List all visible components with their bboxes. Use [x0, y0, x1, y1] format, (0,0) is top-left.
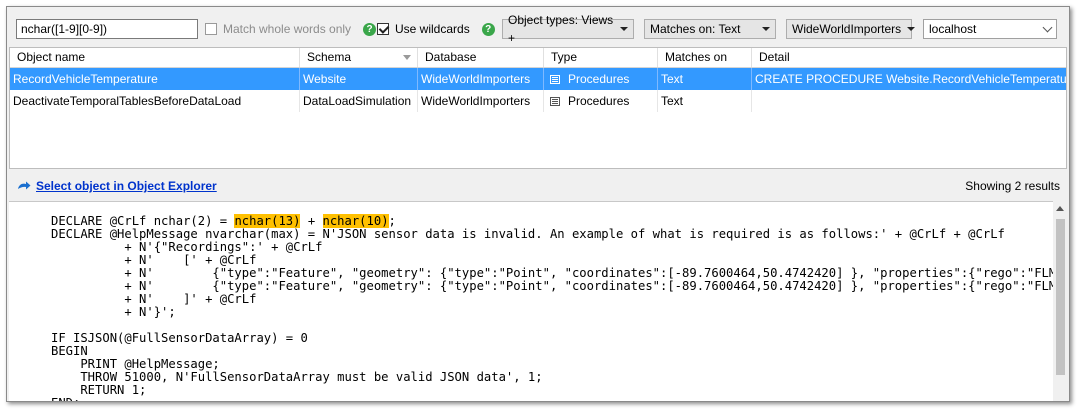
column-header-matches-on[interactable]: Matches on [658, 48, 752, 67]
help-icon[interactable]: ? [363, 22, 377, 36]
cell-type: Procedures [544, 68, 658, 90]
column-header-object-name[interactable]: Object name [10, 48, 300, 67]
column-header-database[interactable]: Database [418, 48, 544, 67]
use-wildcards-label: Use wildcards [395, 22, 470, 36]
code-text: DECLARE @CrLf nchar(2) = nchar(13) + nch… [9, 202, 1053, 402]
server-dropdown[interactable]: localhost [923, 19, 1057, 39]
matches-on-dropdown[interactable]: Matches on: Text [644, 19, 776, 39]
object-types-dropdown[interactable]: Object types: Views + [502, 13, 634, 45]
scroll-up-arrow-icon[interactable] [1056, 206, 1064, 211]
match-highlight: nchar(10) [322, 214, 389, 228]
code-body: DECLARE @HelpMessage nvarchar(max) = N'J… [51, 227, 1053, 402]
code-line-declare-crlf: DECLARE @CrLf nchar(2) = nchar(13) + nch… [51, 214, 396, 228]
cell-schema: DataLoadSimulation [300, 90, 418, 112]
object-explorer-link-bar: Select object in Object Explorer Showing… [9, 169, 1067, 201]
search-toolbar: nchar([1-9][0-9]) Match whole words only… [7, 7, 1069, 47]
code-preview[interactable]: DECLARE @CrLf nchar(2) = nchar(13) + nch… [9, 201, 1053, 402]
match-highlight: nchar(13) [234, 214, 301, 228]
match-whole-words-label: Match whole words only [223, 22, 352, 36]
chevron-down-icon [1042, 22, 1053, 33]
cell-detail: CREATE PROCEDURE Website.RecordVehicleTe… [755, 72, 1066, 86]
procedure-icon [550, 75, 560, 85]
cell-schema: Website [300, 68, 418, 90]
arrow-link-icon [18, 181, 31, 190]
grid-header: Object name Schema Database Type Matches… [10, 48, 1066, 68]
help-icon[interactable]: ? [481, 22, 495, 36]
caret-down-icon [762, 27, 770, 31]
vertical-scrollbar[interactable] [1053, 201, 1067, 401]
server-value: localhost [929, 22, 977, 36]
select-object-in-explorer-link[interactable]: Select object in Object Explorer [36, 179, 217, 193]
cell-object-name: RecordVehicleTemperature [10, 68, 300, 90]
matches-on-label: Matches on: Text [650, 22, 741, 36]
results-count: Showing 2 results [965, 179, 1060, 193]
database-dropdown[interactable]: WideWorldImporters [786, 19, 916, 39]
cell-database: WideWorldImporters [418, 90, 544, 112]
match-whole-words-checkbox[interactable] [205, 23, 217, 35]
column-header-label: Schema [307, 50, 352, 64]
object-search-window: nchar([1-9][0-9]) Match whole words only… [6, 6, 1070, 402]
cell-type: Procedures [544, 90, 658, 112]
use-wildcards-checkbox[interactable] [377, 23, 389, 35]
cell-object-name: DeactivateTemporalTablesBeforeDataLoad [10, 90, 300, 112]
search-input[interactable]: nchar([1-9][0-9]) [16, 19, 198, 39]
column-header-detail[interactable]: Detail [752, 48, 1066, 67]
column-header-type[interactable]: Type [544, 48, 658, 67]
cell-type-label: Procedures [568, 94, 630, 108]
procedure-icon [550, 97, 560, 107]
scrollbar-thumb[interactable] [1056, 219, 1065, 375]
caret-down-icon [620, 27, 628, 31]
sort-arrow-icon [403, 55, 411, 60]
column-header-schema[interactable]: Schema [300, 48, 418, 67]
match-whole-words-option[interactable]: Match whole words only ? [205, 19, 377, 39]
object-types-label: Object types: Views + [508, 13, 614, 45]
cell-type-label: Procedures [568, 72, 630, 86]
table-row[interactable]: DeactivateTemporalTablesBeforeDataLoad D… [10, 90, 1066, 112]
caret-down-icon [907, 27, 916, 31]
database-value: WideWorldImporters [792, 22, 902, 36]
use-wildcards-option[interactable]: Use wildcards ? [377, 19, 495, 39]
cell-database: WideWorldImporters [418, 68, 544, 90]
cell-matches-on: Text [658, 90, 752, 112]
cell-matches-on: Text [658, 68, 752, 90]
results-grid: Object name Schema Database Type Matches… [9, 47, 1067, 169]
cell-detail [752, 90, 1066, 112]
table-row[interactable]: RecordVehicleTemperature Website WideWor… [10, 68, 1066, 90]
